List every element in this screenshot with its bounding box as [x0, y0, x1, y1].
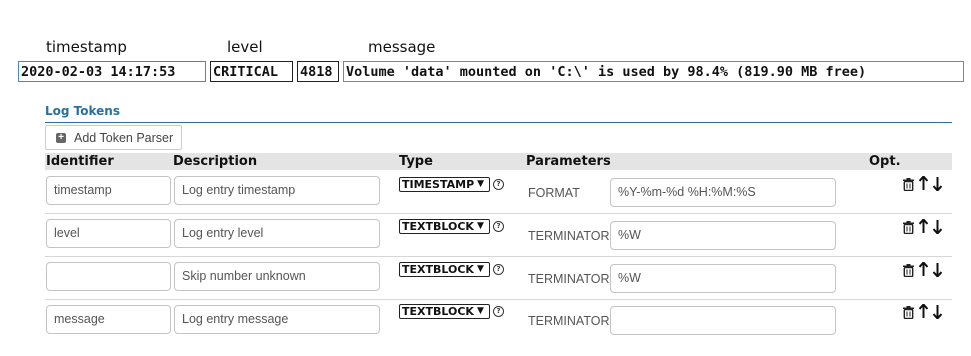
- param-input[interactable]: %W: [610, 221, 836, 250]
- header-type: Type: [399, 154, 433, 169]
- arrow-up-icon[interactable]: [918, 174, 929, 195]
- help-icon[interactable]: ?: [493, 306, 504, 317]
- identifier-input[interactable]: [46, 262, 171, 291]
- param-label: TERMINATORS: [528, 314, 618, 328]
- identifier-input[interactable]: timestamp: [46, 176, 171, 205]
- param-label: TERMINATORS: [528, 272, 618, 286]
- trash-icon[interactable]: [903, 304, 914, 323]
- row-divider: [45, 256, 952, 257]
- row-actions: [903, 174, 943, 195]
- arrow-up-icon[interactable]: [918, 260, 929, 281]
- type-select[interactable]: TEXTBLOCK ▼: [399, 219, 490, 234]
- param-label: TERMINATORS: [528, 229, 618, 243]
- preview-token-number: 4818: [297, 61, 339, 82]
- arrow-down-icon[interactable]: [932, 176, 943, 195]
- add-token-parser-label: Add Token Parser: [74, 130, 174, 145]
- header-description: Description: [173, 154, 258, 169]
- preview-token-message: Volume 'data' mounted on 'C:\' is used b…: [343, 61, 964, 82]
- help-icon[interactable]: ?: [493, 179, 504, 190]
- trash-icon[interactable]: [903, 219, 914, 238]
- param-input[interactable]: %W: [610, 264, 836, 293]
- description-input[interactable]: Skip number unknown: [174, 262, 380, 291]
- trash-icon[interactable]: [903, 176, 914, 195]
- arrow-down-icon[interactable]: [932, 262, 943, 281]
- param-label: FORMAT: [528, 186, 580, 200]
- type-select-value: TEXTBLOCK: [402, 263, 474, 276]
- row-actions: [903, 260, 943, 281]
- arrow-down-icon[interactable]: [932, 219, 943, 238]
- type-select[interactable]: TEXTBLOCK ▼: [399, 262, 490, 277]
- header-identifier: Identifier: [46, 154, 114, 169]
- chevron-down-icon: ▼: [476, 306, 484, 316]
- type-select[interactable]: TIMESTAMP ▼: [399, 177, 490, 192]
- row-divider: [45, 213, 952, 214]
- help-icon[interactable]: ?: [493, 221, 504, 232]
- description-input[interactable]: Log entry level: [174, 219, 380, 248]
- identifier-input[interactable]: message: [46, 305, 171, 334]
- type-select-value: TIMESTAMP: [402, 178, 475, 191]
- row-actions: [903, 217, 943, 238]
- row-actions: [903, 302, 943, 323]
- arrow-down-icon[interactable]: [932, 304, 943, 323]
- type-select[interactable]: TEXTBLOCK ▼: [399, 304, 490, 319]
- preview-label-level: level: [227, 38, 263, 56]
- identifier-input[interactable]: level: [46, 219, 171, 248]
- arrow-up-icon[interactable]: [918, 302, 929, 323]
- plus-square-icon: +: [56, 132, 66, 143]
- param-input[interactable]: %Y-%m-%d %H:%M:%S: [610, 178, 836, 207]
- type-select-value: TEXTBLOCK: [402, 305, 474, 318]
- row-divider: [45, 299, 952, 300]
- help-icon[interactable]: ?: [493, 264, 504, 275]
- chevron-down-icon: ▼: [476, 264, 484, 274]
- arrow-up-icon[interactable]: [918, 217, 929, 238]
- description-input[interactable]: Log entry timestamp: [174, 176, 380, 205]
- header-parameters: Parameters: [526, 154, 611, 169]
- param-input[interactable]: [610, 306, 836, 335]
- preview-token-level: CRITICAL: [210, 61, 293, 82]
- preview-label-timestamp: timestamp: [46, 38, 127, 56]
- preview-token-timestamp: 2020-02-03 14:17:53: [18, 61, 206, 82]
- add-token-parser-button[interactable]: + Add Token Parser: [45, 125, 182, 150]
- chevron-down-icon: ▼: [476, 221, 484, 231]
- chevron-down-icon: ▼: [477, 179, 485, 189]
- type-select-value: TEXTBLOCK: [402, 220, 474, 233]
- description-input[interactable]: Log entry message: [174, 305, 380, 334]
- section-title: Log Tokens: [45, 104, 120, 118]
- header-opt: Opt.: [869, 154, 901, 169]
- preview-label-message: message: [368, 38, 436, 56]
- trash-icon[interactable]: [903, 262, 914, 281]
- section-divider: [45, 122, 952, 123]
